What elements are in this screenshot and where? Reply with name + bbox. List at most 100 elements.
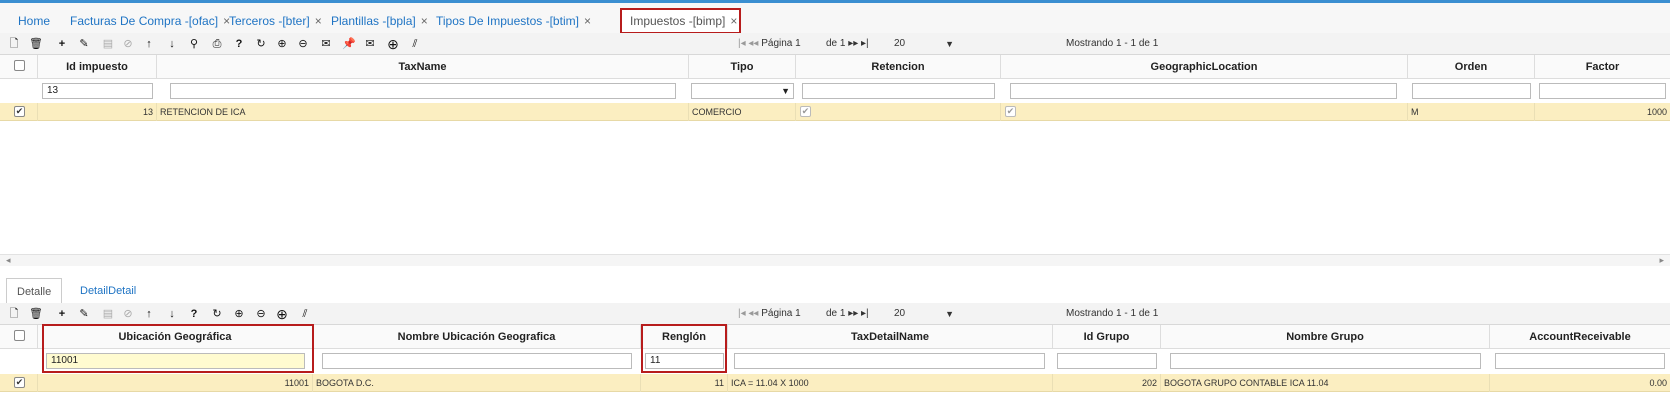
edit-icon[interactable]: ✎: [76, 36, 92, 52]
prev-page-button[interactable]: ◂◂: [748, 38, 758, 49]
tab-facturas-de-compra[interactable]: Facturas De Compra -[ofac] ×: [62, 7, 238, 35]
close-icon[interactable]: ×: [315, 14, 322, 28]
last-page-button[interactable]: ▸|: [861, 308, 869, 319]
cancel-icon[interactable]: ⊘: [120, 36, 136, 52]
retencion-filter[interactable]: [802, 83, 995, 99]
column-header[interactable]: AccountReceivable: [1490, 325, 1670, 349]
page-input[interactable]: 1: [795, 33, 823, 49]
tab-home[interactable]: Home: [10, 7, 58, 35]
nombre-ubicacion-filter[interactable]: [322, 353, 632, 369]
pager: |◂ ◂◂ Página 1 de 1 ▸▸ ▸|: [738, 303, 869, 325]
save-icon[interactable]: ▤: [100, 36, 116, 52]
next-page-button[interactable]: ▸▸: [848, 308, 858, 319]
next-page-button[interactable]: ▸▸: [848, 38, 858, 49]
row-checkbox[interactable]: ✔: [14, 106, 25, 117]
refresh-icon[interactable]: ↻: [253, 36, 269, 52]
taxname-filter[interactable]: [170, 83, 676, 99]
column-header[interactable]: GeographicLocation: [1001, 55, 1408, 79]
last-page-button[interactable]: ▸|: [861, 38, 869, 49]
zoom-in-icon[interactable]: ⊕: [231, 306, 247, 322]
scroll-right-icon[interactable]: ▸: [1659, 255, 1664, 266]
zoom-out-icon[interactable]: ⊖: [295, 36, 311, 52]
retencion-cell: ✔: [796, 103, 1001, 121]
edit-icon[interactable]: ✎: [76, 306, 92, 322]
new-document-icon[interactable]: 🗋: [6, 306, 22, 322]
add-icon[interactable]: +: [54, 306, 70, 322]
delete-icon[interactable]: 🗑: [28, 36, 44, 52]
resize-icon[interactable]: ⫽: [297, 306, 313, 322]
tab-terceros[interactable]: Terceros -[bter] ×: [221, 7, 330, 35]
page-size-select[interactable]: 20 ▼: [894, 36, 954, 52]
column-header[interactable]: Ubicación Geográfica: [38, 325, 313, 349]
column-header[interactable]: TaxDetailName: [728, 325, 1053, 349]
select-all-checkbox[interactable]: [14, 330, 25, 341]
comment-icon[interactable]: ✉: [318, 36, 334, 52]
column-header[interactable]: Renglón: [641, 325, 728, 349]
delete-icon[interactable]: 🗑: [28, 306, 44, 322]
table-row[interactable]: ✔ 13 RETENCION DE ICA COMERCIO ✔ ✔ M 100…: [0, 103, 1670, 121]
tab-plantillas[interactable]: Plantillas -[bpla] ×: [323, 7, 436, 35]
nombre-grupo-filter[interactable]: [1170, 353, 1481, 369]
prev-page-button[interactable]: ◂◂: [748, 308, 758, 319]
id-impuesto-filter[interactable]: 13: [42, 83, 153, 99]
page-input[interactable]: 1: [795, 303, 823, 319]
cancel-icon[interactable]: ⊘: [120, 306, 136, 322]
horizontal-scrollbar[interactable]: ◂ ▸: [0, 254, 1670, 266]
tipo-filter-select[interactable]: ▼: [691, 83, 794, 99]
first-page-button[interactable]: |◂: [738, 308, 746, 319]
taxdetailname-filter[interactable]: [734, 353, 1045, 369]
close-icon[interactable]: ×: [584, 14, 591, 28]
page-size-select[interactable]: 20 ▼: [894, 306, 954, 322]
id-grupo-filter[interactable]: [1057, 353, 1157, 369]
account-receivable-filter[interactable]: [1495, 353, 1665, 369]
print-icon[interactable]: ⎙: [209, 36, 225, 52]
column-header[interactable]: Id Grupo: [1053, 325, 1161, 349]
resize-icon[interactable]: ⫽: [407, 36, 423, 52]
column-header[interactable]: Tipo: [689, 55, 796, 79]
first-page-button[interactable]: |◂: [738, 38, 746, 49]
chevron-down-icon: ▼: [945, 39, 954, 49]
help-icon[interactable]: ?: [186, 306, 202, 322]
zoom-in-icon[interactable]: ⊕: [274, 36, 290, 52]
help-icon[interactable]: ?: [231, 36, 247, 52]
page-size-value: 20: [894, 308, 906, 319]
tab-impuestos[interactable]: Impuestos -[bimp] ×: [620, 8, 741, 34]
tab-detaildetail[interactable]: DetailDetail: [70, 278, 146, 304]
tab-detalle[interactable]: Detalle: [6, 278, 63, 304]
row-checkbox[interactable]: ✔: [14, 377, 25, 388]
add-icon[interactable]: +: [54, 36, 70, 52]
column-header[interactable]: Id impuesto: [38, 55, 157, 79]
close-icon[interactable]: ×: [730, 14, 737, 28]
nombre-ubicacion-cell: BOGOTA D.C.: [313, 374, 641, 392]
add-circle-icon[interactable]: ⊕: [274, 306, 290, 322]
zoom-out-icon[interactable]: ⊖: [253, 306, 269, 322]
refresh-icon[interactable]: ↻: [209, 306, 225, 322]
ubicacion-geografica-filter[interactable]: 11001: [46, 353, 305, 369]
column-header[interactable]: Nombre Ubicación Geografica: [313, 325, 641, 349]
renglon-filter[interactable]: 11: [645, 353, 724, 369]
tab-tipos-de-impuestos[interactable]: Tipos De Impuestos -[btim] ×: [428, 7, 599, 35]
column-header[interactable]: Orden: [1408, 55, 1535, 79]
close-icon[interactable]: ×: [421, 14, 428, 28]
column-header[interactable]: Nombre Grupo: [1161, 325, 1490, 349]
factor-filter[interactable]: [1539, 83, 1666, 99]
pin-icon[interactable]: 📌: [341, 36, 357, 52]
move-up-icon[interactable]: ↑: [141, 36, 157, 52]
column-header[interactable]: Factor: [1535, 55, 1670, 79]
move-down-icon[interactable]: ↓: [164, 306, 180, 322]
orden-filter[interactable]: [1412, 83, 1531, 99]
move-up-icon[interactable]: ↑: [141, 306, 157, 322]
new-document-icon[interactable]: 🗋: [6, 36, 22, 52]
search-icon[interactable]: ⚲: [186, 36, 202, 52]
mail-icon[interactable]: ✉: [362, 36, 378, 52]
save-icon[interactable]: ▤: [100, 306, 116, 322]
column-header[interactable]: TaxName: [157, 55, 689, 79]
scroll-left-icon[interactable]: ◂: [6, 255, 11, 266]
tab-label: Facturas De Compra -[ofac]: [70, 14, 219, 28]
add-circle-icon[interactable]: ⊕: [385, 36, 401, 52]
move-down-icon[interactable]: ↓: [164, 36, 180, 52]
geographic-location-filter[interactable]: [1010, 83, 1397, 99]
table-row[interactable]: ✔ 11001 BOGOTA D.C. 11 ICA = 11.04 X 100…: [0, 374, 1670, 392]
column-header[interactable]: Retencion: [796, 55, 1001, 79]
select-all-checkbox[interactable]: [14, 60, 25, 71]
